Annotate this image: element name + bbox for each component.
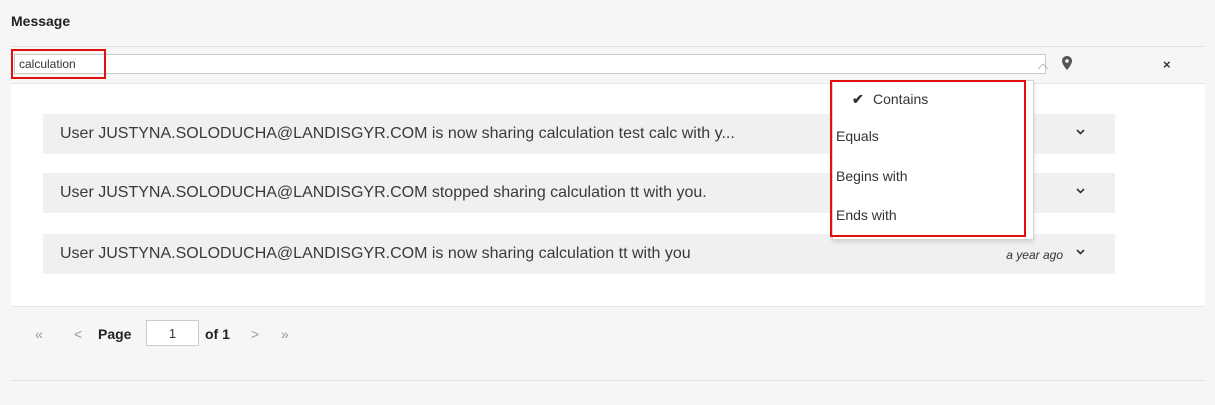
chevron-down-icon[interactable]: [1076, 188, 1085, 194]
message-text: User JUSTYNA.SOLODUCHA@LANDISGYR.COM is …: [60, 245, 691, 262]
page-count-label: of 1: [205, 326, 230, 342]
clear-filter-icon[interactable]: ×: [1163, 57, 1171, 72]
list-item[interactable]: User JUSTYNA.SOLODUCHA@LANDISGYR.COM is …: [43, 234, 1115, 274]
message-text: User JUSTYNA.SOLODUCHA@LANDISGYR.COM sto…: [60, 184, 707, 201]
chevron-down-icon[interactable]: [1076, 129, 1085, 135]
page-label: Page: [98, 326, 132, 342]
header-divider: [11, 46, 1205, 47]
prev-page-button[interactable]: <: [74, 326, 82, 342]
pagination-bar: « < Page of 1 > »: [11, 306, 1205, 380]
page-number-input[interactable]: [146, 320, 199, 346]
chevron-down-icon[interactable]: [1076, 249, 1085, 255]
message-filter-input[interactable]: [14, 54, 1046, 74]
filter-menu-highlight: [830, 80, 1026, 237]
filter-caret-icon: [1038, 63, 1048, 69]
footer-divider: [11, 380, 1205, 381]
first-page-button[interactable]: «: [35, 326, 43, 342]
message-time: a year ago: [1006, 248, 1063, 262]
last-page-button[interactable]: »: [281, 326, 289, 342]
message-text: User JUSTYNA.SOLODUCHA@LANDISGYR.COM is …: [60, 125, 735, 142]
next-page-button[interactable]: >: [251, 326, 259, 342]
map-marker-icon[interactable]: [1062, 56, 1072, 70]
column-header-title: Message: [11, 13, 71, 29]
filter-input-highlight: [11, 49, 106, 79]
